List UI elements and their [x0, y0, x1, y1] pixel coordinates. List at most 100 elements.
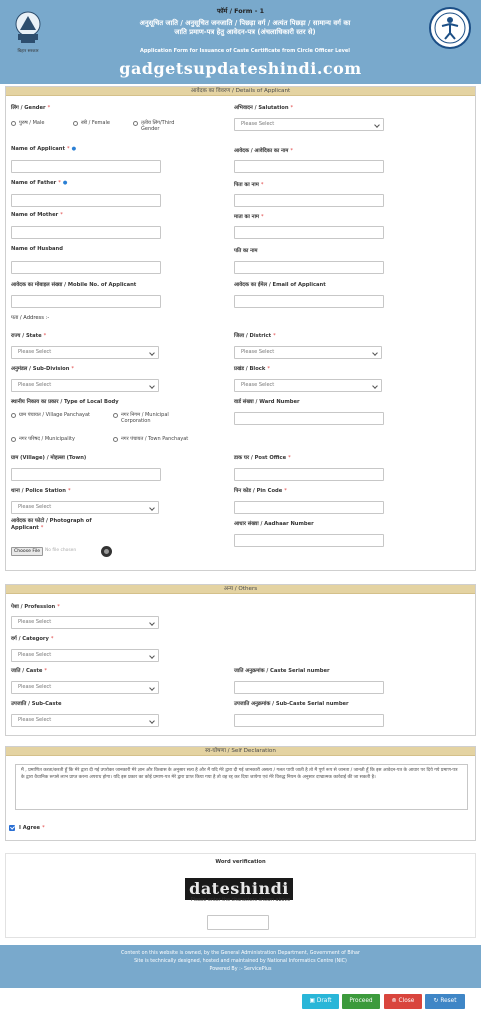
captcha-input[interactable] — [207, 915, 269, 930]
reset-button[interactable]: ↻ Reset — [425, 994, 465, 1009]
address-label: पता / Address :- — [11, 315, 50, 321]
section-title-others: अन्य / Others — [6, 585, 475, 594]
captcha-hint: Please enter the characters shown above — [190, 898, 291, 903]
police-station-select[interactable]: Please Select — [11, 501, 159, 514]
father-input[interactable] — [11, 194, 161, 207]
caste-serial-label: जाति अनुक्रमांक / Caste Serial number — [234, 668, 330, 674]
subcaste-serial-label: उपजाति अनुक्रमांक / Sub-Caste Serial num… — [234, 701, 349, 707]
mother-label: Name of Mother * — [11, 212, 63, 218]
police-station-label: थाना / Police Station * — [11, 488, 71, 494]
village-panchayat-radio[interactable]: ग्राम पंचायत / Village Panchayat — [11, 412, 90, 418]
salutation-label: अभिवादन / Salutation * — [234, 105, 294, 111]
gender-label: लिंग / Gender * — [11, 105, 51, 111]
subcaste-select[interactable]: Please Select — [11, 714, 159, 727]
district-label: जिला / District * — [234, 333, 276, 339]
ward-input[interactable] — [234, 412, 384, 425]
captcha-image: dateshindi — [185, 878, 293, 900]
block-select[interactable]: Please Select — [234, 379, 382, 392]
mobile-input[interactable] — [11, 295, 161, 308]
aadhaar-label: आधार संख्या / Aadhaar Number — [234, 521, 314, 527]
proceed-button[interactable]: Proceed — [342, 994, 380, 1009]
category-label: वर्ग / Category * — [11, 636, 54, 642]
profession-select[interactable]: Please Select — [11, 616, 159, 629]
declaration-section: स्व-घोषणा / Self Declaration मैं , प्रमा… — [5, 746, 476, 841]
district-select[interactable]: Please Select — [234, 346, 382, 359]
form-title-hindi: अनुसूचित जाति / अनुसूचित जनजाति / पिछड़ा… — [110, 19, 380, 37]
husband-hi-input[interactable] — [234, 261, 384, 274]
village-label: ग्राम (Village) / मोहल्ला (Town) — [11, 455, 87, 461]
footer-line1: Content on this website is owned, by the… — [121, 951, 360, 956]
subcaste-label: उपजाति / Sub-Caste — [11, 701, 62, 707]
name-label: Name of Applicant * ● — [11, 146, 77, 152]
form-title-hindi-line1: अनुसूचित जाति / अनुसूचित जनजाति / पिछड़ा… — [139, 19, 351, 27]
post-office-input[interactable] — [234, 468, 384, 481]
block-label: प्रखंड / Block * — [234, 366, 270, 372]
email-label: आवेदक का ईमेल / Email of Applicant — [234, 282, 326, 288]
father-hi-input[interactable] — [234, 194, 384, 207]
name-hi-label: आवेदक / आवेदिका का नाम * — [234, 148, 293, 154]
subdivision-select[interactable]: Please Select — [11, 379, 159, 392]
info-icon: ● — [71, 146, 77, 152]
gender-female-radio[interactable]: स्त्री / Female — [73, 120, 110, 126]
father-hi-label: पिता का नाम * — [234, 182, 264, 188]
husband-label: Name of Husband — [11, 246, 63, 252]
name-input[interactable] — [11, 160, 161, 173]
pin-label: पिन कोड / Pin Code * — [234, 488, 287, 494]
save-icon: ▣ — [309, 998, 315, 1004]
municipal-corporation-radio[interactable]: नगर निगम / Municipal Corporation — [113, 412, 188, 424]
camera-icon[interactable] — [101, 546, 112, 557]
email-input[interactable] — [234, 295, 384, 308]
town-panchayat-radio[interactable]: नगर पंचायत / Town Panchayat — [113, 436, 188, 442]
agree-label: I Agree * — [19, 825, 45, 831]
caste-select[interactable]: Please Select — [11, 681, 159, 694]
mother-input[interactable] — [11, 226, 161, 239]
husband-input[interactable] — [11, 261, 161, 274]
form-title-english: Application Form for Issuance of Caste C… — [139, 48, 351, 54]
local-body-label: स्थानीय निकाय का प्रकार / Type of Local … — [11, 399, 119, 405]
mobile-label: आवेदक का मोबाइल संख्या / Mobile No. of A… — [11, 282, 137, 288]
name-hi-input[interactable] — [234, 160, 384, 173]
page-header: बिहार सरकार फॉर्म / Form - 1 अनुसूचित जा… — [0, 0, 481, 84]
emblem-caption: बिहार सरकार — [17, 49, 39, 54]
father-label: Name of Father * ● — [11, 180, 68, 186]
subdivision-label: अनुमंडल / Sub-Division * — [11, 366, 74, 372]
footer-line3: Powered By :- ServicePlus — [209, 967, 272, 972]
subcaste-serial-input[interactable] — [234, 714, 384, 727]
page-footer: Content on this website is owned, by the… — [0, 945, 481, 988]
close-button[interactable]: ⊗ Close — [384, 994, 422, 1009]
caste-serial-input[interactable] — [234, 681, 384, 694]
mother-hi-label: माता का नाम * — [234, 214, 264, 220]
refresh-icon: ↻ — [433, 998, 439, 1004]
footer-line2: Site is technically designed, hosted and… — [134, 959, 347, 964]
salutation-select[interactable]: Please Select — [234, 118, 384, 131]
applicant-details-section: आवेदक का विवरण / Details of Applicant — [5, 86, 476, 571]
aadhaar-input[interactable] — [234, 534, 384, 547]
state-label: राज्य / State * — [11, 333, 47, 339]
pin-input[interactable] — [234, 501, 384, 514]
draft-button[interactable]: ▣ Draft — [302, 994, 339, 1009]
municipality-radio[interactable]: नगर परिषद / Municipality — [11, 436, 75, 442]
photo-label: आवेदक का फोटो / Photograph of Applicant * — [11, 518, 92, 531]
section-title-applicant: आवेदक का विवरण / Details of Applicant — [6, 87, 475, 96]
choose-file-button[interactable]: Choose File — [11, 547, 44, 556]
declaration-text: मैं , प्रमाणित करता/करती हूँ कि मेरे द्व… — [15, 764, 468, 810]
form-number: फॉर्म / Form - 1 — [216, 7, 265, 15]
gender-third-radio[interactable]: तृतीय लिंग/Third Gender — [133, 120, 193, 132]
form-title-hindi-line2: जाति प्रमाण-पत्र हेतु आवेदन-पत्र (अंचलाध… — [174, 28, 316, 36]
husband-hi-label: पति का नाम — [234, 248, 258, 254]
section-title-declaration: स्व-घोषणा / Self Declaration — [6, 747, 475, 756]
close-icon: ⊗ — [391, 998, 397, 1004]
info-icon: ● — [62, 180, 68, 186]
post-office-label: डाक घर / Post Office * — [234, 455, 291, 461]
serviceplus-logo-icon — [429, 7, 471, 49]
watermark-text: gadgetsupdateshindi.com — [119, 59, 362, 78]
caste-label: जाति / Caste * — [11, 668, 47, 674]
gender-male-radio[interactable]: पुरुष / Male — [11, 120, 44, 126]
ward-label: वार्ड संख्या / Ward Number — [234, 399, 300, 405]
state-select[interactable]: Please Select — [11, 346, 159, 359]
village-input[interactable] — [11, 468, 161, 481]
category-select[interactable]: Please Select — [11, 649, 159, 662]
mother-hi-input[interactable] — [234, 226, 384, 239]
profession-label: पेशा / Profession * — [11, 604, 60, 610]
agree-checkbox[interactable] — [9, 825, 15, 831]
